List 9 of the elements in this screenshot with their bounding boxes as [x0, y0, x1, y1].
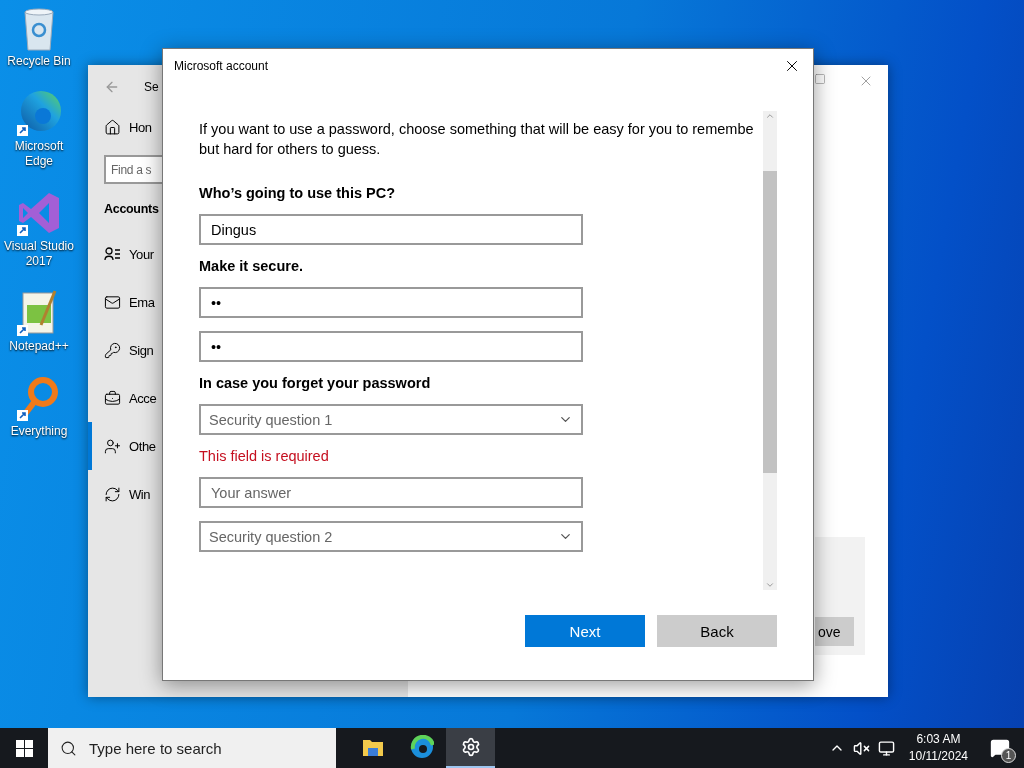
field-label: Who’s going to use this PC? — [199, 185, 396, 201]
error-message: This field is required — [199, 448, 330, 464]
field-label: Make it secure. — [199, 258, 304, 274]
window-title: Se — [144, 80, 159, 94]
instruction-text: If you want to use a password, choose something that will be easy for you to remembe but hard for others to guess. — [199, 120, 755, 159]
notification-count: 1 — [1001, 748, 1016, 763]
section-heading: Accounts — [103, 202, 160, 216]
field-label: In case you forget your password — [199, 375, 432, 391]
dialog-title: Microsoft account — [174, 59, 269, 73]
